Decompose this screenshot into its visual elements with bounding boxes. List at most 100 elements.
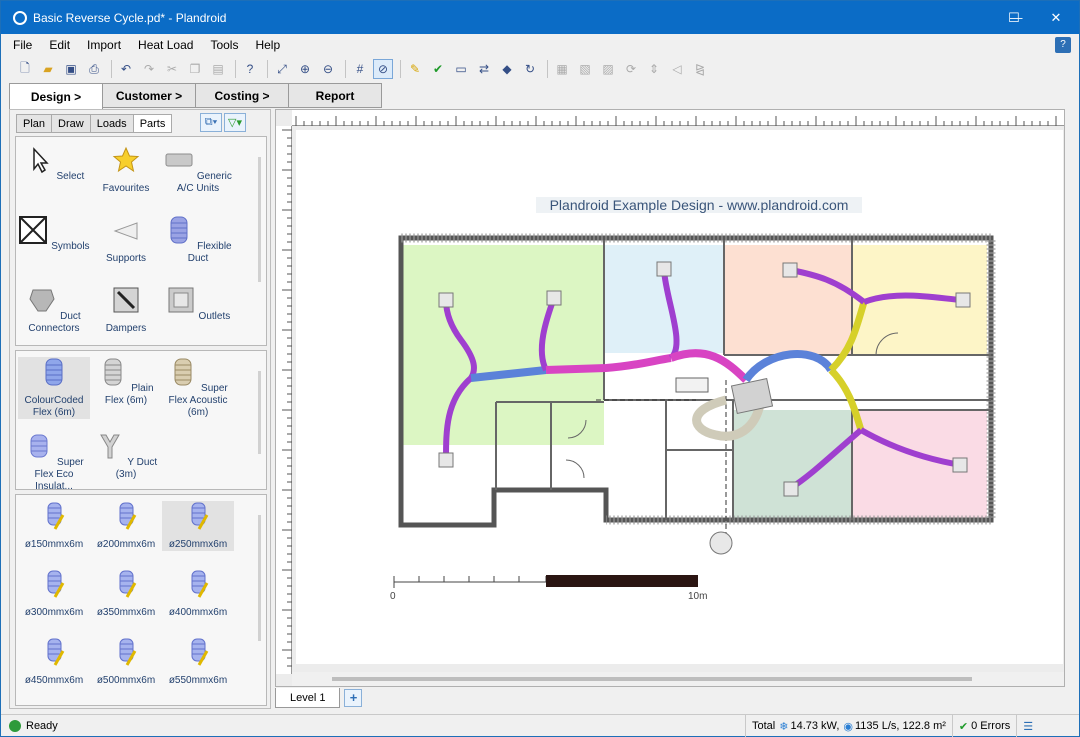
new-file-icon[interactable]: 🗋 xyxy=(15,59,35,79)
tab-design[interactable]: Design > xyxy=(9,83,103,110)
room-living-green xyxy=(401,245,604,445)
horizontal-ruler xyxy=(292,110,1064,126)
redo-icon[interactable]: ↷ xyxy=(139,59,159,79)
horizontal-scrollbar[interactable] xyxy=(292,672,1064,686)
flex-scrollbar[interactable] xyxy=(254,351,266,489)
visibility-icon[interactable]: ⊘ xyxy=(373,59,393,79)
duct-roll-icon xyxy=(119,502,137,530)
filter-icon[interactable]: ▽▾ xyxy=(224,113,246,132)
part-duct-size[interactable]: ø150mmx6m xyxy=(18,501,90,551)
cut-icon[interactable]: ✂ xyxy=(162,59,182,79)
tab-customer[interactable]: Customer > xyxy=(102,83,196,108)
menu-help[interactable]: Help xyxy=(255,38,280,52)
tab-loads[interactable]: Loads xyxy=(89,114,134,133)
undo-icon[interactable]: ↶ xyxy=(116,59,136,79)
view-mode-icon[interactable]: ⧉▾ xyxy=(200,113,222,132)
part-duct-size[interactable]: ø250mmx6m xyxy=(162,501,234,551)
part-duct-size[interactable]: ø300mmx6m xyxy=(18,569,90,619)
part-dampers[interactable]: Dampers xyxy=(90,285,162,335)
drawing-canvas[interactable]: Plandroid Example Design - www.plandroid… xyxy=(296,130,1063,664)
flip-left-icon[interactable]: ◁ xyxy=(667,59,687,79)
zoom-in-icon[interactable]: ⊕ xyxy=(295,59,315,79)
size-scrollbar[interactable] xyxy=(254,495,266,705)
plandroid-app-icon xyxy=(13,10,27,25)
main-tabs: Design > Customer > Costing > Report xyxy=(9,83,382,110)
ac-indoor-unit xyxy=(730,377,774,415)
print-icon[interactable]: ⎙ xyxy=(84,59,104,79)
level-tabs: Level 1 + xyxy=(275,688,363,708)
help-circle-icon[interactable]: ? xyxy=(240,59,260,79)
eco-flex-icon xyxy=(30,434,48,458)
status-bar: Ready Total ❄ 14.73 kW, ◉ 1135 L/s, 122.… xyxy=(1,714,1079,737)
group-icon[interactable]: ▧ xyxy=(575,59,595,79)
part-favourites[interactable]: Favourites xyxy=(90,145,162,195)
part-eco-flex[interactable]: Super Flex Eco Insulat... xyxy=(18,431,90,489)
part-plain-flex[interactable]: Plain Flex (6m) xyxy=(90,357,162,407)
tab-plan[interactable]: Plan xyxy=(16,114,53,133)
zoom-out-icon[interactable]: ⊖ xyxy=(318,59,338,79)
save-icon[interactable]: ▣ xyxy=(61,59,81,79)
menu-edit[interactable]: Edit xyxy=(49,38,70,52)
tab-costing[interactable]: Costing > xyxy=(195,83,289,108)
add-level-icon[interactable]: + xyxy=(344,689,363,707)
tab-report[interactable]: Report xyxy=(288,83,382,108)
measure-icon[interactable]: ◆ xyxy=(497,59,517,79)
ungroup-icon[interactable]: ▨ xyxy=(598,59,618,79)
star-icon xyxy=(112,146,140,173)
part-colourcoded-flex[interactable]: ColourCoded Flex (6m) xyxy=(18,357,90,419)
part-supports[interactable]: Supports xyxy=(90,215,162,265)
grid-icon[interactable]: # xyxy=(350,59,370,79)
part-duct-size[interactable]: ø500mmx6m xyxy=(90,637,162,687)
category-scrollbar[interactable] xyxy=(254,137,266,345)
copy-icon[interactable]: ❐ xyxy=(185,59,205,79)
flip-vertical-icon[interactable]: ⇕ xyxy=(644,59,664,79)
damper-icon xyxy=(113,287,139,313)
menu-tools[interactable]: Tools xyxy=(210,38,238,52)
part-duct-size[interactable]: ø400mmx6m xyxy=(162,569,234,619)
acoustic-flex-icon xyxy=(174,358,192,386)
arrows-icon[interactable]: ⇄ xyxy=(474,59,494,79)
list-icon[interactable]: ☰ xyxy=(1023,720,1033,733)
part-flexible-duct[interactable]: Flexible Duct xyxy=(162,215,234,265)
rotate-icon[interactable]: ⟳ xyxy=(621,59,641,79)
part-generic-ac[interactable]: Generic A/C Units xyxy=(162,145,234,195)
cursor-icon xyxy=(32,147,49,174)
open-folder-icon[interactable]: ▰ xyxy=(38,59,58,79)
part-y-duct[interactable]: Y Duct (3m) xyxy=(90,431,162,481)
wand-icon[interactable]: ✎ xyxy=(405,59,425,79)
part-select[interactable]: Select xyxy=(18,145,90,183)
duct-size-list: ø150mmx6m ø200mmx6m ø250mmx6m ø300mmx6m ø350… xyxy=(15,494,267,706)
duct-roll-icon xyxy=(191,570,209,598)
menu-heat-load[interactable]: Heat Load xyxy=(138,38,193,52)
menu-import[interactable]: Import xyxy=(87,38,121,52)
help-icon[interactable]: ? xyxy=(1055,37,1071,53)
paste-icon[interactable]: ▤ xyxy=(208,59,228,79)
minimize-button-alt xyxy=(945,1,991,34)
toolbar: 🗋 ▰ ▣ ⎙ ↶ ↷ ✂ ❐ ▤ ? ⤢ ⊕ ⊖ # ⊘ ✎ ✔ ▭ ⇄ ◆ … xyxy=(1,57,1079,81)
floor-plan[interactable] xyxy=(296,130,1063,664)
menu-file[interactable]: File xyxy=(13,38,32,52)
check-icon[interactable]: ✔ xyxy=(428,59,448,79)
zoom-extents-icon[interactable]: ⤢ xyxy=(272,59,292,79)
part-acoustic-flex[interactable]: Super Flex Acoustic (6m) xyxy=(162,357,234,419)
part-duct-size[interactable]: ø350mmx6m xyxy=(90,569,162,619)
tab-parts[interactable]: Parts xyxy=(132,114,173,133)
ready-icon xyxy=(9,720,21,732)
errors-count[interactable]: 0 Errors xyxy=(971,720,1010,732)
tab-draw[interactable]: Draw xyxy=(51,114,91,133)
part-duct-size[interactable]: ø200mmx6m xyxy=(90,501,162,551)
design-canvas-area: Plandroid Example Design - www.plandroid… xyxy=(275,109,1065,687)
part-symbols[interactable]: Symbols xyxy=(18,215,90,253)
refresh-icon[interactable]: ↻ xyxy=(520,59,540,79)
part-outlets[interactable]: Outlets xyxy=(162,285,234,323)
part-duct-size[interactable]: ø450mmx6m xyxy=(18,637,90,687)
tab-level-1[interactable]: Level 1 xyxy=(275,688,341,708)
align-icon[interactable]: ▦ xyxy=(552,59,572,79)
part-duct-connectors[interactable]: Duct Connectors xyxy=(18,285,90,335)
close-button[interactable]: ✕ xyxy=(1033,1,1079,34)
part-duct-size[interactable]: ø550mmx6m xyxy=(162,637,234,687)
maximize-button[interactable]: ☐ xyxy=(991,1,1037,34)
flip-horizontal-icon[interactable]: ⧎ xyxy=(690,59,710,79)
window-icon[interactable]: ▭ xyxy=(451,59,471,79)
outlet-icon xyxy=(168,287,194,313)
